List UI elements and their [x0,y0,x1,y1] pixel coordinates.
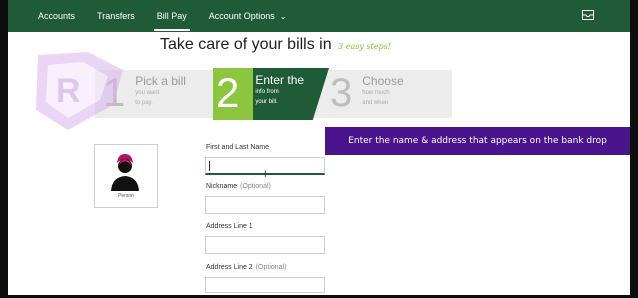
watermark-logo: R [36,52,123,130]
step-3-title: Choose [362,74,404,88]
first-last-name-label: First and Last Name [206,144,270,151]
step-3: 3 Choose how much and when [330,70,445,118]
page-title: Take care of your bills in 3 easy steps! [160,36,391,54]
nav-account-options-label: Account Options [208,11,275,21]
step-2-title: Enter the [255,73,305,87]
step-1-sub2: to pay. [135,100,153,106]
person-label: Person [118,193,134,199]
mail-icon[interactable] [582,10,594,20]
svg-text:R: R [56,72,81,110]
top-nav: Accounts Transfers Bill Pay Account Opti… [8,0,630,32]
nickname-input[interactable] [205,196,325,214]
address-line-2-label-text: Address Line 2 [206,264,253,271]
address-line-2-label: Address Line 2 (Optional) [206,264,286,271]
step-1-title: Pick a bill [135,74,186,88]
step-2-number: 2 [216,69,240,116]
step-2-sub1: info from [255,89,279,95]
step-3-sub1: how much [362,90,390,96]
ibeam-cursor-icon: I [264,169,267,179]
step-3-number: 3 [330,71,353,115]
step-2-sub2: your bill. [255,99,278,105]
nickname-optional-text: (Optional) [240,183,271,190]
right-frame-border [630,0,638,298]
nav-transfers[interactable]: Transfers [86,0,146,32]
person-icon [111,154,139,191]
payee-avatar-card[interactable]: Person [94,144,158,208]
step-3-sub2: and when [362,100,389,106]
nav-account-options[interactable]: Account Options ⌄ [198,0,298,32]
page-title-accent: 3 easy steps! [338,42,391,51]
left-frame-border [0,0,8,298]
address-line-2-input[interactable] [205,277,325,293]
address-line-2-optional-text: (Optional) [255,264,287,271]
address-line-1-label: Address Line 1 [206,223,253,230]
address-line-1-input[interactable] [205,236,325,254]
chevron-down-icon: ⌄ [279,12,287,21]
text-caret [209,161,210,171]
page-title-text: Take care of your bills in [160,36,332,53]
instruction-banner: Enter the name & address that appears on… [325,127,630,155]
nav-bill-pay[interactable]: Bill Pay [146,0,198,32]
nickname-label: Nickname (Optional) [206,183,271,190]
step-2: 2 Enter the info from your bill. [216,68,326,120]
nav-accounts[interactable]: Accounts [8,0,86,32]
step-1-sub1: you want [135,90,160,96]
nickname-label-text: Nickname [206,183,238,190]
